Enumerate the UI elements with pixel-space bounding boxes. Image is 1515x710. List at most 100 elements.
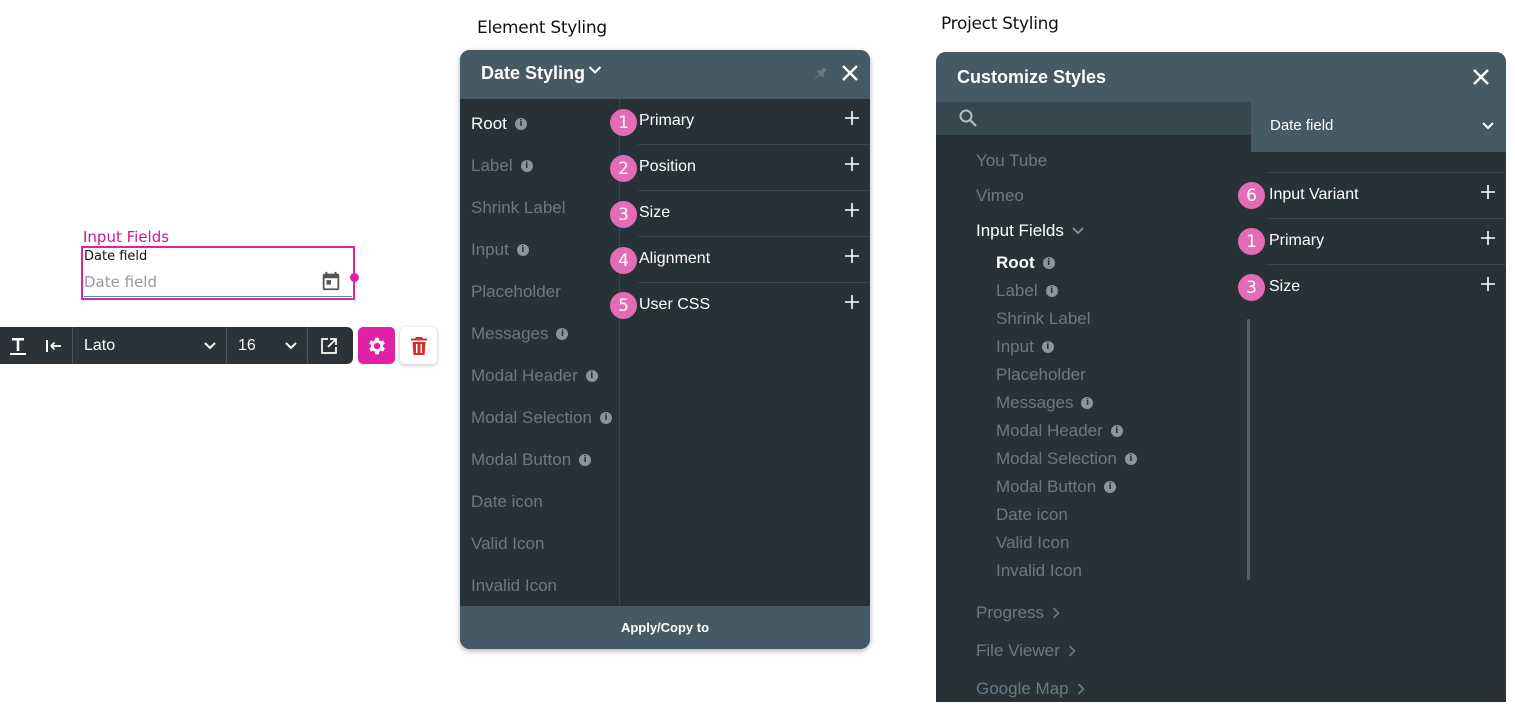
text-toolbar: Lato 16 — [0, 327, 353, 364]
tree-child-modal-header[interactable]: Modal Header i — [996, 421, 1123, 441]
element-item-shrink-label[interactable]: Shrink Label — [471, 198, 566, 218]
element-styling-caption: Element Styling — [477, 18, 607, 38]
open-external-button[interactable] — [308, 327, 349, 364]
style-row-size[interactable]: Size — [638, 191, 870, 237]
tree-child-label[interactable]: Label i — [996, 281, 1058, 301]
tree-item-google-map[interactable]: Google Map — [976, 679, 1085, 699]
tree-child-valid-icon[interactable]: Valid Icon — [996, 533, 1069, 553]
align-button[interactable] — [36, 327, 72, 364]
element-item-modal-header[interactable]: Modal Header i — [471, 366, 598, 386]
resize-handle[interactable] — [350, 273, 359, 282]
element-item-input[interactable]: Input i — [471, 240, 529, 260]
close-icon[interactable] — [840, 63, 860, 83]
element-styling-panel: Date Styling Root i Label i Shrink Label I… — [460, 50, 870, 649]
date-field-input[interactable]: Date field — [84, 270, 352, 297]
project-row-primary[interactable]: Primary — [1266, 218, 1506, 264]
text-style-icon — [10, 337, 26, 355]
element-item-placeholder[interactable]: Placeholder — [471, 282, 561, 302]
info-icon: i — [1110, 425, 1123, 437]
calendar-icon[interactable] — [320, 270, 342, 292]
input-fields-label: Input Fields — [83, 228, 170, 246]
tree-child-root[interactable]: Root i — [996, 253, 1055, 273]
tree-item-file-viewer[interactable]: File Viewer — [976, 641, 1076, 661]
info-icon: i — [1124, 453, 1137, 465]
plus-icon[interactable] — [1480, 230, 1496, 246]
date-field-placeholder: Date field — [84, 273, 157, 291]
settings-button[interactable] — [358, 327, 395, 364]
style-row-alignment[interactable]: Alignment — [638, 237, 870, 283]
panel-header: Date Styling — [460, 50, 870, 99]
element-item-valid-icon[interactable]: Valid Icon — [471, 534, 544, 554]
tree-child-input[interactable]: Input i — [996, 337, 1054, 357]
info-icon: i — [520, 160, 533, 172]
tree-child-placeholder[interactable]: Placeholder — [996, 365, 1086, 385]
plus-icon[interactable] — [844, 248, 860, 264]
info-icon: i — [585, 370, 598, 382]
callout-badge: 3 — [1238, 274, 1265, 301]
font-family-value: Lato — [84, 336, 116, 354]
element-list: Root i Label i Shrink Label Input i Placeho… — [460, 99, 620, 606]
callout-badge: 4 — [610, 247, 637, 274]
element-item-invalid-icon[interactable]: Invalid Icon — [471, 576, 557, 596]
delete-button[interactable] — [400, 327, 437, 364]
info-icon: i — [1042, 257, 1055, 269]
panel-title[interactable]: Date Styling — [481, 63, 585, 84]
chevron-right-icon — [1068, 645, 1076, 657]
project-row-input-variant[interactable]: Input Variant — [1266, 172, 1506, 218]
tree-item-input-fields[interactable]: Input Fields — [976, 221, 1084, 241]
tree-child-date-icon[interactable]: Date icon — [996, 505, 1068, 525]
date-field-label: Date field — [84, 249, 148, 264]
apply-copy-button[interactable]: Apply/Copy to — [460, 606, 870, 649]
text-style-button[interactable] — [0, 327, 36, 364]
pin-icon[interactable] — [812, 65, 829, 82]
info-icon: i — [579, 454, 592, 466]
element-item-modal-button[interactable]: Modal Button i — [471, 450, 592, 470]
tree-child-modal-button[interactable]: Modal Button i — [996, 477, 1117, 497]
open-external-icon — [320, 337, 337, 354]
tree-child-messages[interactable]: Messages i — [996, 393, 1094, 413]
callout-badge: 6 — [1238, 182, 1265, 209]
info-icon: i — [1045, 285, 1058, 297]
callout-badge: 3 — [610, 201, 637, 228]
element-item-label[interactable]: Label i — [471, 156, 533, 176]
font-size-select[interactable]: 16 — [227, 327, 307, 364]
element-type-value: Date field — [1270, 117, 1334, 134]
info-icon: i — [1041, 341, 1054, 353]
align-left-icon — [46, 339, 61, 352]
tree-scrollbar[interactable] — [1247, 319, 1250, 580]
chevron-down-icon — [1072, 227, 1084, 235]
element-item-root[interactable]: Root i — [471, 114, 527, 134]
style-row-position[interactable]: Position — [638, 145, 870, 191]
chevron-right-icon — [1052, 607, 1060, 619]
tree-item-youtube[interactable]: You Tube — [976, 151, 1047, 171]
font-family-select[interactable]: Lato — [73, 327, 226, 364]
element-item-date-icon[interactable]: Date icon — [471, 492, 543, 512]
tree-item-progress[interactable]: Progress — [976, 603, 1060, 623]
element-item-messages[interactable]: Messages i — [471, 324, 569, 344]
style-row-primary[interactable]: Primary — [638, 99, 870, 145]
panel-header: Customize Styles — [936, 52, 1506, 102]
panel-title: Customize Styles — [957, 67, 1107, 87]
info-icon: i — [599, 412, 612, 424]
project-row-size[interactable]: Size — [1266, 264, 1506, 310]
chevron-down-icon[interactable] — [588, 65, 602, 75]
plus-icon[interactable] — [844, 294, 860, 310]
info-icon: i — [1081, 397, 1094, 409]
element-type-select[interactable]: Date field — [1251, 102, 1506, 152]
chevron-down-icon — [1482, 122, 1494, 130]
tree-child-shrink-label[interactable]: Shrink Label — [996, 309, 1091, 329]
plus-icon[interactable] — [844, 156, 860, 172]
element-item-modal-selection[interactable]: Modal Selection i — [471, 408, 612, 428]
tree-child-invalid-icon[interactable]: Invalid Icon — [996, 561, 1082, 581]
chevron-right-icon — [1077, 683, 1085, 695]
tree-child-modal-selection[interactable]: Modal Selection i — [996, 449, 1137, 469]
search-input[interactable] — [936, 102, 1251, 135]
date-field-widget[interactable]: Date field Date field — [81, 246, 359, 300]
plus-icon[interactable] — [844, 110, 860, 126]
style-row-user-css[interactable]: User CSS — [638, 283, 870, 329]
close-icon[interactable] — [1471, 67, 1491, 87]
plus-icon[interactable] — [1480, 276, 1496, 292]
plus-icon[interactable] — [1480, 184, 1496, 200]
tree-item-vimeo[interactable]: Vimeo — [976, 186, 1024, 206]
plus-icon[interactable] — [844, 202, 860, 218]
